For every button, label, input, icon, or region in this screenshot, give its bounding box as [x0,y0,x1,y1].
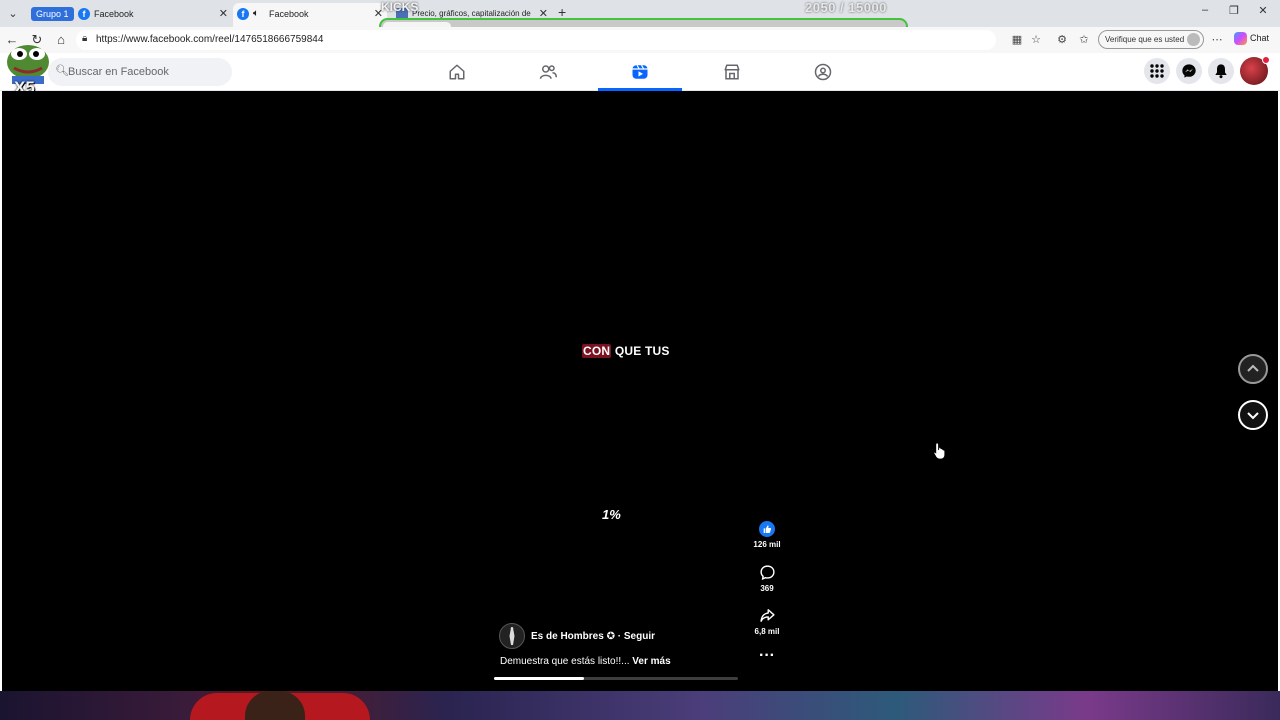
next-reel-button[interactable] [1238,400,1268,430]
copilot-icon [1234,32,1247,45]
caption-highlight: CON [582,344,612,358]
tab-title: Facebook [269,9,309,19]
nav-tab-reels[interactable] [598,53,682,91]
url-text: https://www.facebook.com/reel/1476518666… [96,34,324,45]
copilot-chat-button[interactable]: Chat [1234,32,1269,45]
chat-label: Chat [1250,32,1270,43]
pepe-sticker: X5 [4,40,52,98]
previous-reel-button[interactable] [1238,354,1268,384]
groups-icon [814,63,832,81]
chevron-down-icon [1247,412,1259,420]
comment-count: 369 [760,584,774,593]
more-menu-icon[interactable]: ⋯ [1210,33,1224,47]
close-tab-icon[interactable]: ✕ [219,3,228,25]
minimize-icon[interactable]: – [1195,4,1215,16]
lock-icon[interactable]: 🔒︎ [82,33,87,44]
stream-background-strip [0,691,1280,720]
verify-identity-button[interactable]: Verifique que es usted [1098,30,1204,49]
nav-tab-home[interactable] [415,53,499,91]
share-action[interactable]: 6,8 mil [750,607,784,636]
kicks-counter: 2050 / 15000 [805,0,887,15]
marketplace-icon [724,64,740,80]
profile-avatar-icon [1187,33,1200,46]
tab-actions-menu-icon[interactable]: ⌄ [4,5,22,23]
grid-menu-icon [1150,64,1164,78]
kicks-overlay-label: KICKS [381,0,419,14]
restore-icon[interactable]: ❐ [1224,4,1244,17]
reel-progress-fill [494,677,585,680]
share-count: 6,8 mil [754,627,780,636]
verify-label: Verifique que es usted [1105,35,1185,44]
nav-tab-marketplace[interactable] [690,53,774,91]
caption-rest: QUE TUS [611,344,670,358]
comment-action[interactable]: 369 [750,564,784,593]
like-count: 126 mil [753,540,781,549]
menu-button[interactable] [1144,58,1170,84]
follow-link[interactable]: · Seguir [618,631,655,642]
favorites-list-icon[interactable]: ✩ [1077,33,1091,47]
hand-cursor-icon [933,442,946,460]
author-name[interactable]: Es de Hombres [531,631,604,642]
tab-facebook-1[interactable]: f Facebook ✕ [78,3,228,27]
facebook-favicon-icon: f [78,8,90,20]
facebook-favicon-icon: f [237,8,249,20]
bell-icon [1215,64,1227,79]
home-icon[interactable]: ⌂ [53,32,69,48]
reel-player[interactable]: CON QUE TUS 1% 126 mil 369 6,8 mil ··· E… [2,91,1278,691]
facebook-search[interactable]: 🔍︎ [48,58,232,86]
chevron-up-icon [1247,364,1259,372]
like-action[interactable]: 126 mil [750,521,784,549]
search-icon: 🔍︎ [55,65,69,77]
address-bar-row: ← ↻ ⌂ 🔒︎ https://www.facebook.com/reel/1… [0,27,1280,53]
messenger-button[interactable] [1176,58,1202,84]
tab-group-chip[interactable]: Grupo 1 [31,7,74,21]
reel-progress-bar[interactable] [494,677,738,680]
like-icon [759,521,775,537]
search-input[interactable] [68,58,228,86]
facebook-header: 🔍︎ [0,53,1280,91]
author-avatar[interactable] [499,623,525,649]
messenger-icon [1182,64,1196,78]
reel-description: Demuestra que estás listo!!... Ver más [500,656,671,667]
extension-icon[interactable]: ⚙ [1055,33,1069,47]
silhouette-icon [509,627,515,645]
home-icon [449,64,465,80]
tab-facebook-2[interactable]: f 🔈︎ Facebook ✕ [233,3,387,27]
nav-tab-groups[interactable] [781,53,865,91]
url-field[interactable]: 🔒︎ https://www.facebook.com/reel/1476518… [76,30,996,50]
speaker-icon[interactable]: 🔈︎ [253,3,259,25]
see-more-link[interactable]: Ver más [632,656,670,667]
reels-icon [632,64,648,79]
favorite-star-icon[interactable]: ☆ [1029,33,1043,47]
comment-icon [759,565,775,581]
close-window-icon[interactable]: ✕ [1253,4,1273,17]
more-options-icon[interactable]: ··· [750,648,784,664]
description-text: Demuestra que estás listo!!... [500,656,630,667]
friends-icon [539,65,557,79]
tab-title: Facebook [94,9,134,19]
notifications-button[interactable] [1208,58,1234,84]
video-caption: CON QUE TUS [582,344,670,358]
app-available-icon[interactable]: ▦ [1010,33,1024,47]
notification-dot [1262,56,1270,64]
nav-tab-friends[interactable] [506,53,590,91]
author-name-line: Es de Hombres ✪ · Seguir [531,631,655,642]
video-percent-text: 1% [602,507,621,522]
share-icon [759,609,775,622]
profile-avatar[interactable] [1240,56,1270,85]
verified-badge-icon: ✪ [606,631,615,642]
